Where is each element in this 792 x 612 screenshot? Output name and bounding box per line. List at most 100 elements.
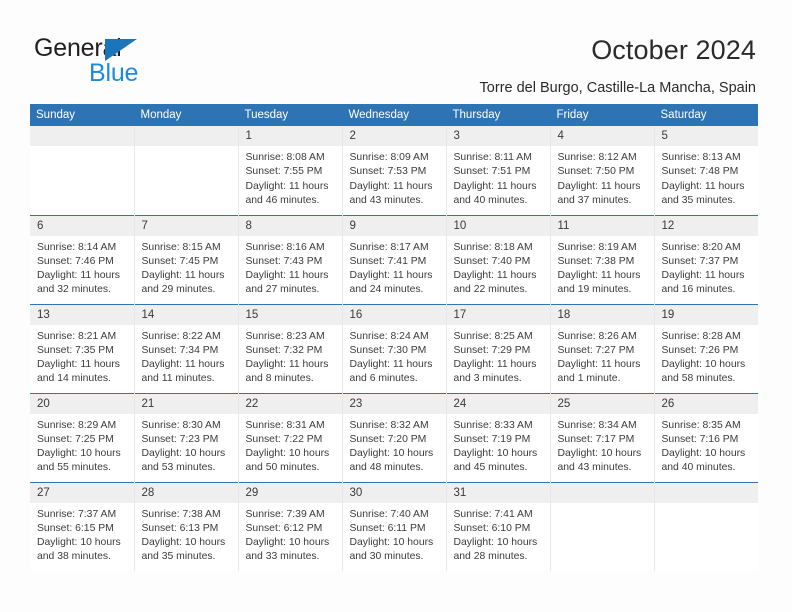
day-sun-info: Sunrise: 8:08 AM Sunset: 7:55 PM Daylight:… — [239, 146, 342, 208]
sunset-text: Sunset: 7:22 PM — [245, 433, 323, 445]
calendar-day-cell[interactable]: 18 Sunrise: 8:26 AM Sunset: 7:27 PM Dayligh… — [550, 303, 655, 393]
sunset-text: Sunset: 7:40 PM — [453, 255, 531, 267]
day-number: 31 — [446, 482, 550, 503]
day-number: 27 — [30, 482, 134, 503]
day-number: 21 — [134, 393, 238, 414]
sunset-text: Sunset: 6:12 PM — [245, 522, 323, 534]
sunrise-text: Sunrise: 8:30 AM — [141, 419, 221, 431]
page-title: October 2024 — [591, 35, 756, 65]
sunset-text: Sunset: 7:48 PM — [661, 166, 739, 178]
day-number: 6 — [30, 215, 134, 236]
calendar-day-cell[interactable]: 22 Sunrise: 8:31 AM Sunset: 7:22 PM Dayligh… — [238, 392, 343, 482]
calendar-day-cell[interactable]: 27 Sunrise: 7:37 AM Sunset: 6:15 PM Dayligh… — [30, 481, 135, 571]
calendar-grid: Sunday Monday Tuesday Wednesday Thursday… — [30, 104, 758, 571]
sunrise-text: Sunrise: 8:34 AM — [557, 419, 637, 431]
calendar-day-cell[interactable]: 28 Sunrise: 7:38 AM Sunset: 6:13 PM Dayligh… — [134, 481, 239, 571]
calendar-day-cell[interactable]: 17 Sunrise: 8:25 AM Sunset: 7:29 PM Dayligh… — [446, 303, 551, 393]
calendar-day-cell[interactable]: 3 Sunrise: 8:11 AM Sunset: 7:51 PM Daylight… — [446, 126, 551, 215]
day-sun-info: Sunrise: 8:24 AM Sunset: 7:30 PM Daylight:… — [343, 325, 446, 387]
calendar-day-cell[interactable]: 16 Sunrise: 8:24 AM Sunset: 7:30 PM Dayligh… — [342, 303, 447, 393]
sunset-text: Sunset: 6:10 PM — [453, 522, 531, 534]
day-sun-info: Sunrise: 8:35 AM Sunset: 7:16 PM Daylight:… — [655, 414, 759, 476]
day-number: 20 — [30, 393, 134, 414]
calendar-day-cell[interactable]: 29 Sunrise: 7:39 AM Sunset: 6:12 PM Dayligh… — [238, 481, 343, 571]
sunrise-text: Sunrise: 8:09 AM — [349, 152, 429, 163]
daylight-text: Daylight: 10 hours and 40 minutes. — [661, 448, 746, 474]
day-number: 9 — [342, 215, 446, 236]
daylight-text: Daylight: 10 hours and 55 minutes. — [37, 448, 121, 474]
weekday-header-wednesday: Wednesday — [342, 104, 447, 126]
daylight-text: Daylight: 10 hours and 30 minutes. — [349, 537, 434, 563]
calendar-day-cell[interactable]: 11 Sunrise: 8:19 AM Sunset: 7:38 PM Dayligh… — [550, 214, 655, 304]
calendar-day-cell[interactable]: 10 Sunrise: 8:18 AM Sunset: 7:40 PM Dayligh… — [446, 214, 551, 304]
day-sun-info: Sunrise: 8:30 AM Sunset: 7:23 PM Daylight:… — [135, 414, 238, 476]
daylight-text: Daylight: 10 hours and 48 minutes. — [349, 448, 434, 474]
daylight-text: Daylight: 11 hours and 24 minutes. — [349, 270, 433, 296]
weekday-header-tuesday: Tuesday — [238, 104, 343, 126]
sunrise-text: Sunrise: 7:39 AM — [245, 508, 325, 520]
calendar-day-cell[interactable]: 13 Sunrise: 8:21 AM Sunset: 7:35 PM Dayligh… — [30, 303, 135, 393]
day-number: 25 — [550, 393, 654, 414]
day-number: 23 — [342, 393, 446, 414]
sunrise-text: Sunrise: 8:33 AM — [453, 419, 533, 431]
logo-text-blue: Blue — [89, 59, 139, 87]
day-sun-info: Sunrise: 8:23 AM Sunset: 7:32 PM Daylight:… — [239, 325, 342, 387]
calendar-day-cell[interactable]: 14 Sunrise: 8:22 AM Sunset: 7:34 PM Dayligh… — [134, 303, 239, 393]
calendar-day-cell[interactable]: 7 Sunrise: 8:15 AM Sunset: 7:45 PM Daylight… — [134, 214, 239, 304]
calendar-day-cell[interactable]: 5 Sunrise: 8:13 AM Sunset: 7:48 PM Daylight… — [654, 126, 758, 215]
calendar-empty-cell — [134, 126, 239, 215]
daylight-text: Daylight: 11 hours and 16 minutes. — [661, 270, 745, 296]
sunrise-text: Sunrise: 8:23 AM — [245, 330, 325, 342]
sunrise-text: Sunrise: 8:20 AM — [661, 241, 741, 253]
calendar-day-cell[interactable]: 30 Sunrise: 7:40 AM Sunset: 6:11 PM Dayligh… — [342, 481, 447, 571]
day-sun-info: Sunrise: 8:09 AM Sunset: 7:53 PM Daylight:… — [343, 146, 446, 208]
daylight-text: Daylight: 11 hours and 14 minutes. — [37, 359, 120, 385]
calendar-day-cell[interactable]: 1 Sunrise: 8:08 AM Sunset: 7:55 PM Daylight… — [238, 126, 343, 215]
day-number: 28 — [134, 482, 238, 503]
sunset-text: Sunset: 7:16 PM — [661, 433, 739, 445]
calendar-day-cell[interactable]: 4 Sunrise: 8:12 AM Sunset: 7:50 PM Daylight… — [550, 126, 655, 215]
daylight-text: Daylight: 11 hours and 32 minutes. — [37, 270, 120, 296]
day-number: 26 — [654, 393, 758, 414]
daylight-text: Daylight: 11 hours and 19 minutes. — [557, 270, 641, 296]
calendar-day-cell[interactable]: 8 Sunrise: 8:16 AM Sunset: 7:43 PM Daylight… — [238, 214, 343, 304]
day-sun-info: Sunrise: 7:40 AM Sunset: 6:11 PM Daylight:… — [343, 503, 446, 565]
sunrise-text: Sunrise: 8:35 AM — [661, 419, 741, 431]
sunset-text: Sunset: 6:11 PM — [349, 522, 426, 534]
day-number: 7 — [134, 215, 238, 236]
calendar-empty-cell — [30, 126, 135, 215]
day-number: 5 — [654, 126, 758, 146]
sunset-text: Sunset: 7:41 PM — [349, 255, 427, 267]
weekday-header-thursday: Thursday — [446, 104, 551, 126]
calendar-day-cell[interactable]: 15 Sunrise: 8:23 AM Sunset: 7:32 PM Dayligh… — [238, 303, 343, 393]
sunset-text: Sunset: 6:15 PM — [37, 522, 114, 534]
day-sun-info: Sunrise: 8:26 AM Sunset: 7:27 PM Daylight:… — [551, 325, 654, 387]
calendar-day-cell[interactable]: 24 Sunrise: 8:33 AM Sunset: 7:19 PM Dayligh… — [446, 392, 551, 482]
day-sun-info: Sunrise: 8:29 AM Sunset: 7:25 PM Daylight:… — [30, 414, 134, 476]
calendar-day-cell[interactable]: 9 Sunrise: 8:17 AM Sunset: 7:41 PM Daylight… — [342, 214, 447, 304]
calendar-day-cell[interactable]: 20 Sunrise: 8:29 AM Sunset: 7:25 PM Dayligh… — [30, 392, 135, 482]
sunset-text: Sunset: 7:17 PM — [557, 433, 635, 445]
sunrise-text: Sunrise: 8:25 AM — [453, 330, 533, 342]
calendar-day-cell[interactable]: 25 Sunrise: 8:34 AM Sunset: 7:17 PM Dayligh… — [550, 392, 655, 482]
calendar-day-cell[interactable]: 26 Sunrise: 8:35 AM Sunset: 7:16 PM Dayligh… — [654, 392, 759, 482]
calendar-day-cell[interactable]: 31 Sunrise: 7:41 AM Sunset: 6:10 PM Dayligh… — [446, 481, 551, 571]
daylight-text: Daylight: 11 hours and 1 minute. — [557, 359, 641, 385]
sunrise-text: Sunrise: 8:26 AM — [557, 330, 637, 342]
day-sun-info: Sunrise: 8:12 AM Sunset: 7:50 PM Daylight:… — [551, 146, 654, 208]
sunrise-text: Sunrise: 8:12 AM — [557, 152, 637, 163]
sunrise-text: Sunrise: 7:41 AM — [453, 508, 533, 520]
daylight-text: Daylight: 11 hours and 3 minutes. — [453, 359, 537, 385]
sunrise-text: Sunrise: 8:13 AM — [661, 152, 741, 163]
day-sun-info: Sunrise: 8:20 AM Sunset: 7:37 PM Daylight:… — [655, 236, 759, 298]
calendar-day-cell[interactable]: 23 Sunrise: 8:32 AM Sunset: 7:20 PM Dayligh… — [342, 392, 447, 482]
sunrise-text: Sunrise: 8:15 AM — [141, 241, 221, 253]
calendar-day-cell[interactable]: 6 Sunrise: 8:14 AM Sunset: 7:46 PM Daylight… — [30, 214, 135, 304]
day-number — [134, 126, 238, 146]
sunset-text: Sunset: 7:20 PM — [349, 433, 427, 445]
calendar-day-cell[interactable]: 21 Sunrise: 8:30 AM Sunset: 7:23 PM Dayligh… — [134, 392, 239, 482]
calendar-day-cell[interactable]: 2 Sunrise: 8:09 AM Sunset: 7:53 PM Daylight… — [342, 126, 447, 215]
day-number — [654, 482, 758, 503]
calendar-day-cell[interactable]: 12 Sunrise: 8:20 AM Sunset: 7:37 PM Dayligh… — [654, 214, 759, 304]
calendar-day-cell[interactable]: 19 Sunrise: 8:28 AM Sunset: 7:26 PM Dayligh… — [654, 303, 758, 393]
